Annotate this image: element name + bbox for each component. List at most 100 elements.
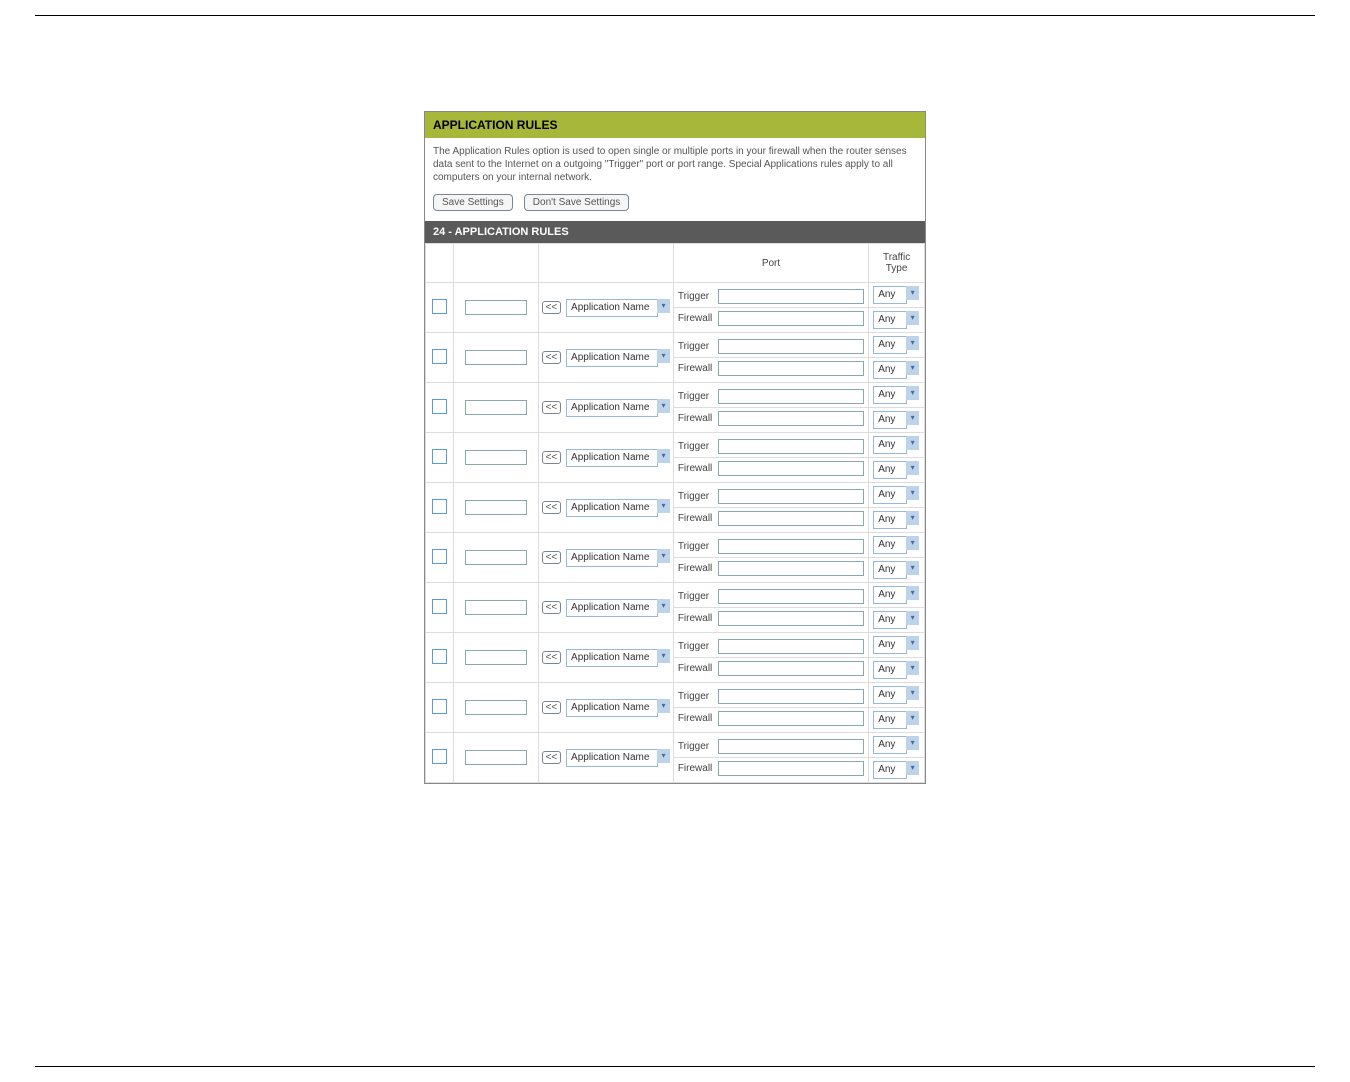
rule-name-input[interactable]	[465, 700, 527, 715]
application-select[interactable]: Application Name	[566, 749, 658, 767]
firewall-traffic-select[interactable]: Any	[873, 661, 907, 679]
chevron-down-icon[interactable]: ▾	[906, 561, 919, 575]
enable-checkbox[interactable]	[432, 499, 447, 514]
enable-checkbox[interactable]	[432, 699, 447, 714]
firewall-port-input[interactable]	[718, 661, 864, 676]
rule-name-input[interactable]	[465, 650, 527, 665]
trigger-port-input[interactable]	[718, 439, 864, 454]
trigger-port-input[interactable]	[718, 339, 864, 354]
rule-name-input[interactable]	[465, 750, 527, 765]
enable-checkbox[interactable]	[432, 299, 447, 314]
chevron-down-icon[interactable]: ▾	[906, 386, 919, 400]
firewall-traffic-select[interactable]: Any	[873, 611, 907, 629]
enable-checkbox[interactable]	[432, 649, 447, 664]
chevron-down-icon[interactable]: ▾	[906, 461, 919, 475]
trigger-traffic-select[interactable]: Any	[873, 286, 907, 304]
chevron-down-icon[interactable]: ▾	[657, 399, 670, 413]
trigger-port-input[interactable]	[718, 489, 864, 504]
rule-name-input[interactable]	[465, 300, 527, 315]
rule-name-input[interactable]	[465, 600, 527, 615]
rule-name-input[interactable]	[465, 400, 527, 415]
enable-checkbox[interactable]	[432, 349, 447, 364]
copy-app-button[interactable]: <<	[542, 301, 562, 314]
chevron-down-icon[interactable]: ▾	[657, 449, 670, 463]
chevron-down-icon[interactable]: ▾	[906, 636, 919, 650]
firewall-port-input[interactable]	[718, 461, 864, 476]
trigger-port-input[interactable]	[718, 639, 864, 654]
firewall-port-input[interactable]	[718, 761, 864, 776]
chevron-down-icon[interactable]: ▾	[906, 511, 919, 525]
enable-checkbox[interactable]	[432, 449, 447, 464]
trigger-port-input[interactable]	[718, 689, 864, 704]
chevron-down-icon[interactable]: ▾	[906, 586, 919, 600]
chevron-down-icon[interactable]: ▾	[906, 361, 919, 375]
enable-checkbox[interactable]	[432, 399, 447, 414]
save-settings-button[interactable]: Save Settings	[433, 194, 513, 211]
trigger-traffic-select[interactable]: Any	[873, 386, 907, 404]
rule-name-input[interactable]	[465, 550, 527, 565]
firewall-traffic-select[interactable]: Any	[873, 461, 907, 479]
rule-name-input[interactable]	[465, 450, 527, 465]
chevron-down-icon[interactable]: ▾	[906, 686, 919, 700]
copy-app-button[interactable]: <<	[542, 601, 562, 614]
enable-checkbox[interactable]	[432, 549, 447, 564]
firewall-port-input[interactable]	[718, 511, 864, 526]
firewall-port-input[interactable]	[718, 411, 864, 426]
firewall-traffic-select[interactable]: Any	[873, 761, 907, 779]
copy-app-button[interactable]: <<	[542, 351, 562, 364]
rule-name-input[interactable]	[465, 500, 527, 515]
firewall-traffic-select[interactable]: Any	[873, 411, 907, 429]
copy-app-button[interactable]: <<	[542, 651, 562, 664]
firewall-port-input[interactable]	[718, 711, 864, 726]
trigger-port-input[interactable]	[718, 289, 864, 304]
copy-app-button[interactable]: <<	[542, 701, 562, 714]
chevron-down-icon[interactable]: ▾	[657, 349, 670, 363]
firewall-traffic-select[interactable]: Any	[873, 361, 907, 379]
chevron-down-icon[interactable]: ▾	[906, 761, 919, 775]
copy-app-button[interactable]: <<	[542, 401, 562, 414]
firewall-port-input[interactable]	[718, 361, 864, 376]
application-select[interactable]: Application Name	[566, 399, 658, 417]
rule-name-input[interactable]	[465, 350, 527, 365]
firewall-port-input[interactable]	[718, 611, 864, 626]
enable-checkbox[interactable]	[432, 599, 447, 614]
firewall-traffic-select[interactable]: Any	[873, 561, 907, 579]
firewall-port-input[interactable]	[718, 561, 864, 576]
chevron-down-icon[interactable]: ▾	[906, 736, 919, 750]
chevron-down-icon[interactable]: ▾	[906, 711, 919, 725]
copy-app-button[interactable]: <<	[542, 451, 562, 464]
dont-save-settings-button[interactable]: Don't Save Settings	[524, 194, 630, 211]
chevron-down-icon[interactable]: ▾	[906, 486, 919, 500]
trigger-traffic-select[interactable]: Any	[873, 336, 907, 354]
application-select[interactable]: Application Name	[566, 349, 658, 367]
application-select[interactable]: Application Name	[566, 699, 658, 717]
chevron-down-icon[interactable]: ▾	[906, 661, 919, 675]
chevron-down-icon[interactable]: ▾	[906, 536, 919, 550]
copy-app-button[interactable]: <<	[542, 751, 562, 764]
trigger-traffic-select[interactable]: Any	[873, 586, 907, 604]
application-select[interactable]: Application Name	[566, 499, 658, 517]
chevron-down-icon[interactable]: ▾	[906, 436, 919, 450]
trigger-traffic-select[interactable]: Any	[873, 636, 907, 654]
firewall-traffic-select[interactable]: Any	[873, 511, 907, 529]
chevron-down-icon[interactable]: ▾	[657, 749, 670, 763]
chevron-down-icon[interactable]: ▾	[906, 336, 919, 350]
chevron-down-icon[interactable]: ▾	[657, 299, 670, 313]
chevron-down-icon[interactable]: ▾	[906, 311, 919, 325]
trigger-traffic-select[interactable]: Any	[873, 686, 907, 704]
application-select[interactable]: Application Name	[566, 599, 658, 617]
chevron-down-icon[interactable]: ▾	[657, 699, 670, 713]
chevron-down-icon[interactable]: ▾	[657, 649, 670, 663]
trigger-port-input[interactable]	[718, 389, 864, 404]
trigger-traffic-select[interactable]: Any	[873, 436, 907, 454]
firewall-traffic-select[interactable]: Any	[873, 711, 907, 729]
application-select[interactable]: Application Name	[566, 299, 658, 317]
trigger-traffic-select[interactable]: Any	[873, 486, 907, 504]
copy-app-button[interactable]: <<	[542, 501, 562, 514]
application-select[interactable]: Application Name	[566, 649, 658, 667]
trigger-port-input[interactable]	[718, 739, 864, 754]
application-select[interactable]: Application Name	[566, 549, 658, 567]
chevron-down-icon[interactable]: ▾	[657, 549, 670, 563]
enable-checkbox[interactable]	[432, 749, 447, 764]
trigger-traffic-select[interactable]: Any	[873, 736, 907, 754]
